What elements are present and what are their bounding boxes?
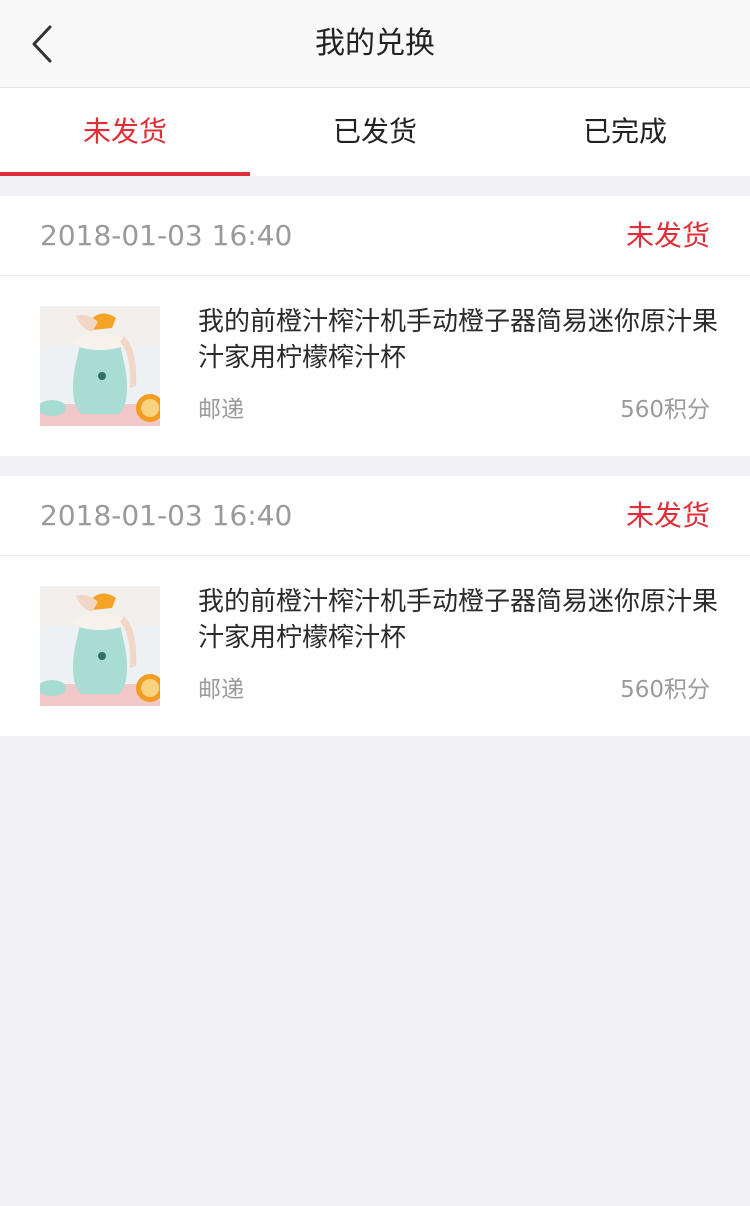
status-tabs: 未发货 已发货 已完成: [0, 88, 750, 176]
tab-completed[interactable]: 已完成: [500, 88, 750, 176]
page-title: 我的兑换: [315, 26, 435, 61]
order-status: 未发货: [625, 219, 710, 252]
product-image: [40, 586, 160, 706]
tab-unshipped[interactable]: 未发货: [0, 88, 250, 176]
product-title: 我的前橙汁榨汁机手动橙子器简易迷你原汁果汁家用柠檬榨汁杯: [198, 307, 719, 373]
order-header: 2018-01-03 16:40 未发货: [0, 476, 750, 556]
order-card: 2018-01-03 16:40 未发货 我的前橙汁榨汁机手动橙子器简易迷你原汁…: [0, 196, 750, 456]
order-item[interactable]: 我的前橙汁榨汁机手动橙子器简易迷你原汁果汁家用柠檬榨汁杯 邮递 560积分: [0, 556, 750, 736]
order-item[interactable]: 我的前橙汁榨汁机手动橙子器简易迷你原汁果汁家用柠檬榨汁杯 邮递 560积分: [0, 276, 750, 456]
shipping-method: 邮递: [198, 677, 244, 703]
points-cost: 560积分: [620, 397, 710, 423]
active-tab-indicator: [0, 172, 250, 176]
points-cost: 560积分: [620, 677, 710, 703]
juicer-product-image: [40, 306, 160, 426]
tab-label: 已发货: [332, 115, 417, 148]
tab-label: 已完成: [582, 115, 667, 148]
product-image: [40, 306, 160, 426]
order-list: 2018-01-03 16:40 未发货 我的前橙汁榨汁机手动橙子器简易迷你原汁…: [0, 196, 750, 756]
back-button[interactable]: [16, 18, 68, 70]
nav-bar: 我的兑换: [0, 0, 750, 88]
order-date: 2018-01-03 16:40: [40, 219, 293, 252]
shipping-method: 邮递: [198, 397, 244, 423]
tab-shipped[interactable]: 已发货: [250, 88, 500, 176]
order-status: 未发货: [625, 499, 710, 532]
juicer-product-image: [40, 586, 160, 706]
product-title: 我的前橙汁榨汁机手动橙子器简易迷你原汁果汁家用柠檬榨汁杯: [198, 587, 719, 653]
order-card: 2018-01-03 16:40 未发货 我的前橙汁榨汁机手动橙子器简易迷你原汁…: [0, 476, 750, 736]
order-date: 2018-01-03 16:40: [40, 499, 293, 532]
order-header: 2018-01-03 16:40 未发货: [0, 196, 750, 276]
tab-label: 未发货: [82, 115, 167, 148]
chevron-left-icon: [32, 25, 52, 63]
